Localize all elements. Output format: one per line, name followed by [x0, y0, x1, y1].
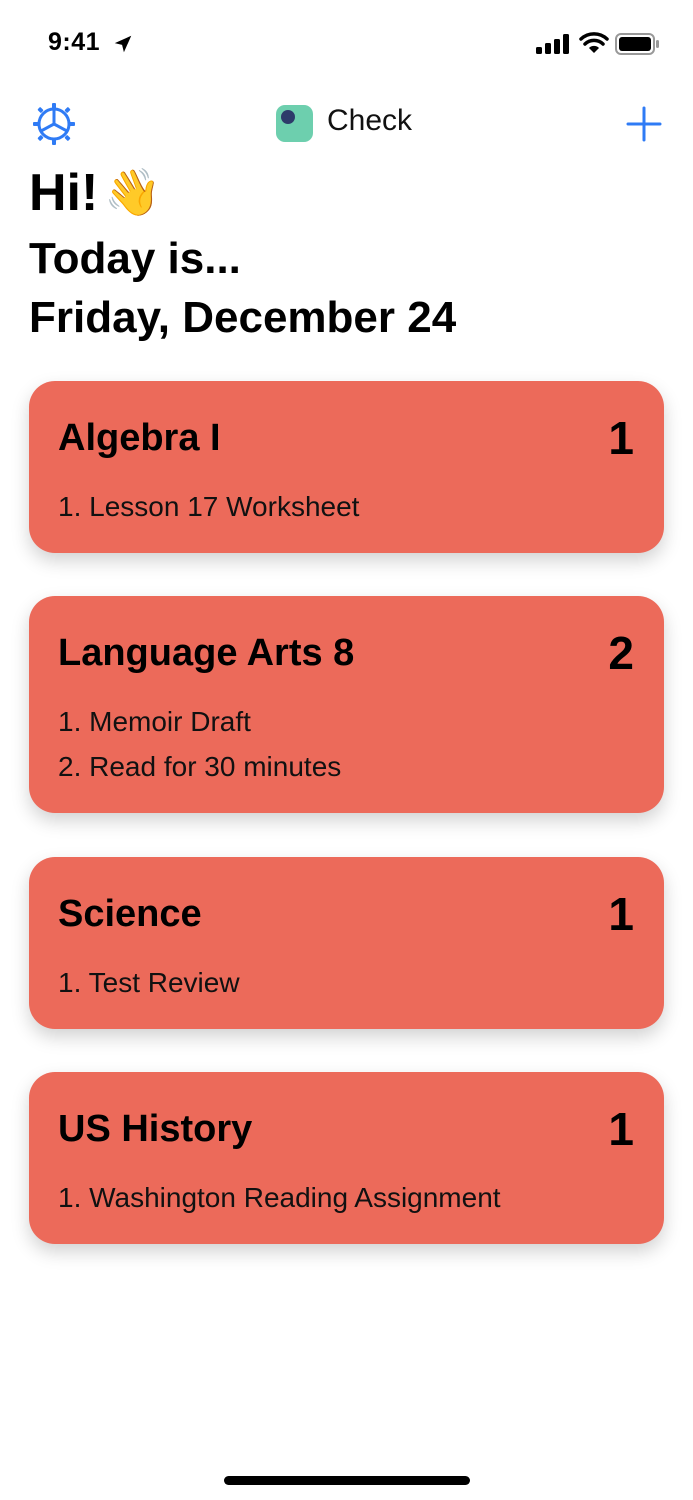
app-title: Check — [327, 104, 413, 137]
plus-icon[interactable] — [625, 105, 663, 143]
greeting-heading: Hi! 👋 — [29, 162, 162, 224]
task-item[interactable]: 1. Washington Reading Assignment — [58, 1182, 501, 1214]
cellular-signal-icon — [536, 34, 569, 54]
task-item[interactable]: 1. Test Review — [58, 967, 240, 999]
greeting-text: Hi! — [29, 164, 99, 222]
home-indicator[interactable] — [224, 1476, 470, 1485]
task-count: 1 — [608, 412, 634, 464]
task-item[interactable]: 1. Memoir Draft — [58, 706, 251, 738]
app-logo — [276, 105, 313, 142]
class-title: Science — [58, 893, 202, 935]
status-time: 9:41 — [48, 28, 101, 56]
waving-hand-icon: 👋 — [104, 166, 162, 218]
task-count: 1 — [608, 888, 634, 940]
check-icon — [281, 110, 295, 124]
class-title: Algebra I — [58, 417, 221, 459]
class-card-us-history[interactable]: US History 1 1. Washington Reading Assig… — [29, 1072, 664, 1244]
current-date: Friday, December 24 — [29, 293, 457, 342]
class-card-algebra[interactable]: Algebra I 1 1. Lesson 17 Worksheet — [29, 381, 664, 553]
status-bar: 9:41 — [0, 0, 693, 90]
class-title: Language Arts 8 — [58, 632, 355, 674]
task-item[interactable]: 1. Lesson 17 Worksheet — [58, 491, 359, 523]
task-count: 2 — [608, 627, 634, 679]
wifi-icon — [579, 32, 609, 53]
task-item[interactable]: 2. Read for 30 minutes — [58, 751, 341, 783]
class-card-language-arts[interactable]: Language Arts 8 2 1. Memoir Draft 2. Rea… — [29, 596, 664, 813]
task-count: 1 — [608, 1103, 634, 1155]
location-arrow-icon — [114, 35, 132, 53]
class-title: US History — [58, 1108, 253, 1150]
battery-icon — [615, 33, 659, 55]
today-label: Today is... — [29, 234, 241, 283]
class-card-science[interactable]: Science 1 1. Test Review — [29, 857, 664, 1029]
gear-icon[interactable] — [31, 101, 77, 147]
